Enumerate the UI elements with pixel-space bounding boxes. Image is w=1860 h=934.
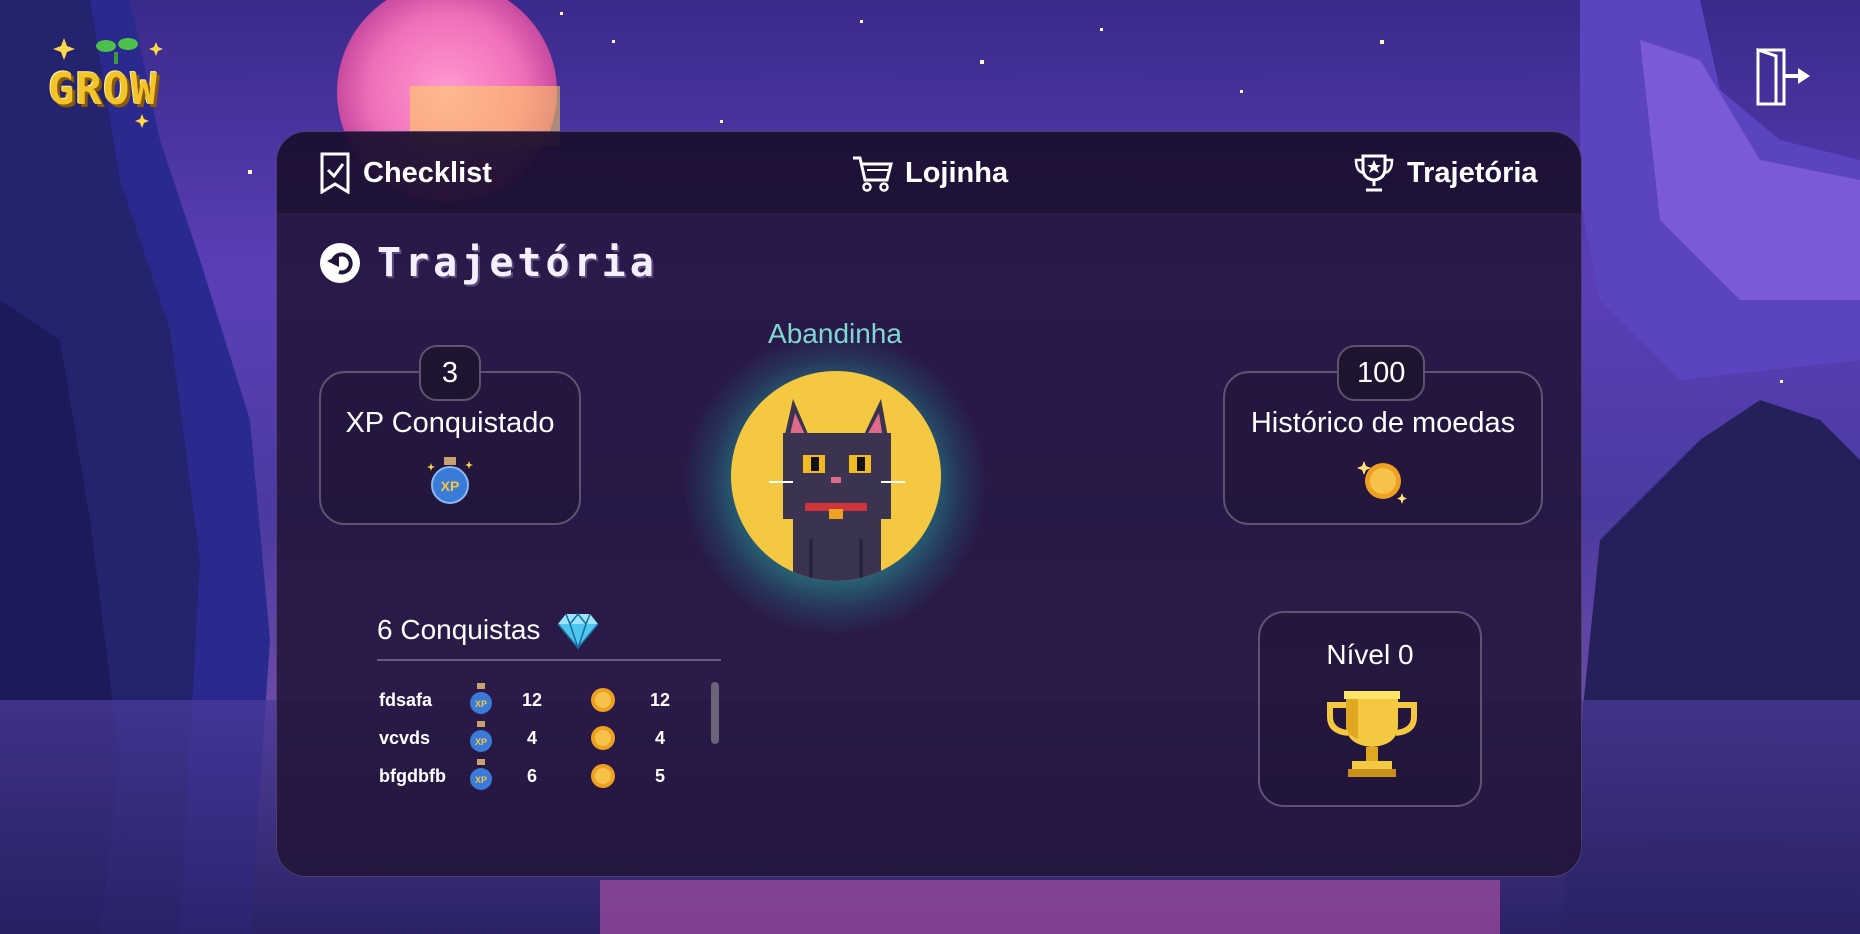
main-panel: Checklist Lojinha Trajetória Trajetória …: [276, 131, 1582, 877]
coins-label: Histórico de moedas: [1250, 407, 1516, 439]
level-card: Nível 0: [1258, 611, 1482, 807]
svg-text:XP: XP: [475, 737, 487, 747]
logout-button[interactable]: [1752, 46, 1814, 108]
achievement-coins: 4: [654, 728, 665, 748]
achievements-header: 6 Conquistas: [377, 610, 600, 650]
nav-trajetoria[interactable]: Trajetória: [1353, 150, 1538, 196]
avatar[interactable]: [731, 371, 941, 581]
cart-icon: [853, 156, 893, 192]
avatar-name: Abandinha: [768, 318, 902, 349]
achievements-title: 6 Conquistas: [377, 614, 541, 645]
xp-potion-icon: XP: [465, 758, 497, 797]
svg-text:XP: XP: [475, 699, 487, 709]
svg-text:XP: XP: [441, 478, 460, 494]
coin-icon: [587, 760, 619, 797]
back-arrow-icon[interactable]: [319, 242, 361, 284]
xp-potion-icon: XP: [427, 457, 473, 504]
black-cat-avatar: [769, 399, 905, 581]
xp-potion-icon: XP: [465, 720, 497, 759]
nav-lojinha[interactable]: Lojinha: [851, 150, 1008, 196]
nav-checklist[interactable]: Checklist: [319, 150, 492, 196]
grow-logo[interactable]: GROW: [44, 28, 194, 128]
nav-lojinha-label: Lojinha: [905, 156, 1009, 189]
trophy-star-icon: [1354, 154, 1394, 192]
coin-icon: [587, 722, 619, 759]
xp-label: XP Conquistado: [345, 407, 555, 439]
achievement-row: fdsafa XP 12 12: [377, 682, 721, 720]
coins-card: 100 Histórico de moedas: [1223, 345, 1543, 525]
achievement-name: bfgdbfb: [379, 766, 446, 786]
achievement-xp: 4: [526, 728, 537, 748]
top-navigation: Checklist Lojinha Trajetória: [277, 132, 1581, 214]
achievement-xp: 6: [526, 766, 537, 786]
coins-value-badge: 100: [1337, 345, 1426, 401]
diamond-icon: [557, 612, 600, 650]
logo-text: GROW: [48, 64, 158, 115]
nav-checklist-label: Checklist: [363, 156, 492, 189]
svg-text:XP: XP: [475, 775, 487, 785]
page-header: Trajetória: [319, 240, 658, 286]
achievement-coins: 12: [649, 690, 671, 710]
achievements-scrollbar[interactable]: [711, 682, 719, 744]
xp-value-badge: 3: [419, 345, 481, 401]
page-title: Trajetória: [377, 240, 658, 286]
trophy-icon: [1327, 691, 1417, 777]
xp-card: 3 XP Conquistado XP: [319, 345, 581, 525]
achievement-xp: 12: [521, 690, 543, 710]
achievement-coins: 5: [654, 766, 665, 786]
xp-potion-icon: XP: [465, 682, 497, 721]
logout-door-icon: [1756, 47, 1810, 106]
achievement-row: vcvds XP 4 4: [377, 720, 721, 758]
achievement-row: bfgdbfb XP 6 5: [377, 758, 721, 796]
achievements-divider: [377, 659, 721, 661]
coin-icon: [1357, 461, 1407, 504]
achievements-list[interactable]: fdsafa XP 12 12 vcvds XP 4 4 bfgdbfb XP: [377, 682, 721, 802]
checklist-icon: [320, 152, 350, 194]
achievement-name: vcvds: [379, 728, 431, 748]
level-label: Nível 0: [1326, 639, 1414, 670]
nav-trajetoria-label: Trajetória: [1407, 156, 1538, 189]
coin-icon: [587, 684, 619, 721]
achievement-name: fdsafa: [379, 690, 433, 710]
